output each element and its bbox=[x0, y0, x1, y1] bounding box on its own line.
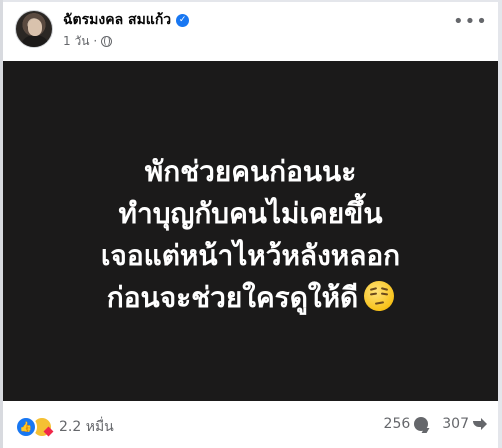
post-meta: 1 วัน · bbox=[63, 32, 113, 51]
post-footer: 👍 2.2 หมื่น 256 307 bbox=[15, 414, 487, 440]
reactions-count: 2.2 หมื่น bbox=[59, 419, 114, 435]
emoji-left-eye bbox=[370, 292, 378, 296]
comments-count: 256 bbox=[383, 416, 411, 432]
avatar-face-shape bbox=[28, 19, 42, 36]
share-icon bbox=[473, 418, 487, 430]
quote-line-1: พักช่วยคนก่อนนะ bbox=[144, 155, 357, 188]
globe-icon[interactable] bbox=[101, 35, 113, 47]
post-timestamp[interactable]: 1 วัน bbox=[63, 32, 89, 51]
emoji-right-eye bbox=[381, 292, 389, 296]
frame-top-border bbox=[0, 0, 502, 2]
author-avatar[interactable] bbox=[15, 10, 53, 48]
avatar-body-shape bbox=[22, 35, 48, 47]
emoji-mouth bbox=[375, 301, 385, 305]
post-image[interactable]: พักช่วยคนก่อนนะ ทำบุญกับคนไม่เคยขึ้น เจอ… bbox=[3, 61, 498, 401]
post-header: ฉัตรมงคล สมแก้ว ✓ 1 วัน · ••• bbox=[15, 8, 487, 54]
quote-text: พักช่วยคนก่อนนะ ทำบุญกับคนไม่เคยขึ้น เจอ… bbox=[101, 151, 400, 319]
like-icon: 👍 bbox=[15, 416, 37, 438]
care-heart-icon bbox=[43, 426, 54, 437]
emoji-left-brow bbox=[370, 287, 378, 291]
comment-icon bbox=[414, 417, 429, 431]
quote-line-3: เจอแต่หน้าไหว้หลังหลอก bbox=[100, 239, 401, 272]
frame-right-border bbox=[498, 0, 502, 448]
more-options-button[interactable]: ••• bbox=[453, 13, 487, 36]
quote-line-4-row: ก่อนจะช่วยใครดูให้ดี bbox=[101, 277, 400, 319]
verified-badge-icon: ✓ bbox=[176, 13, 190, 27]
reactions-summary[interactable]: 👍 2.2 หมื่น bbox=[15, 416, 114, 438]
emoji-right-brow bbox=[381, 287, 389, 291]
engagement-stats: 256 307 bbox=[384, 416, 487, 432]
quote-line-2: ทำบุญกับคนไม่เคยขึ้น bbox=[118, 197, 383, 230]
shares-summary[interactable]: 307 bbox=[442, 416, 487, 432]
author-name-row: ฉัตรมงคล สมแก้ว ✓ bbox=[63, 9, 190, 31]
shares-count: 307 bbox=[442, 416, 469, 432]
more-options-icon: ••• bbox=[453, 11, 488, 32]
unamused-face-emoji-icon bbox=[364, 281, 395, 311]
author-name[interactable]: ฉัตรมงคล สมแก้ว bbox=[63, 9, 171, 31]
quote-line-4: ก่อนจะช่วยใครดูให้ดี bbox=[106, 281, 359, 314]
comments-summary[interactable]: 256 bbox=[384, 416, 429, 432]
meta-separator: · bbox=[93, 34, 98, 48]
